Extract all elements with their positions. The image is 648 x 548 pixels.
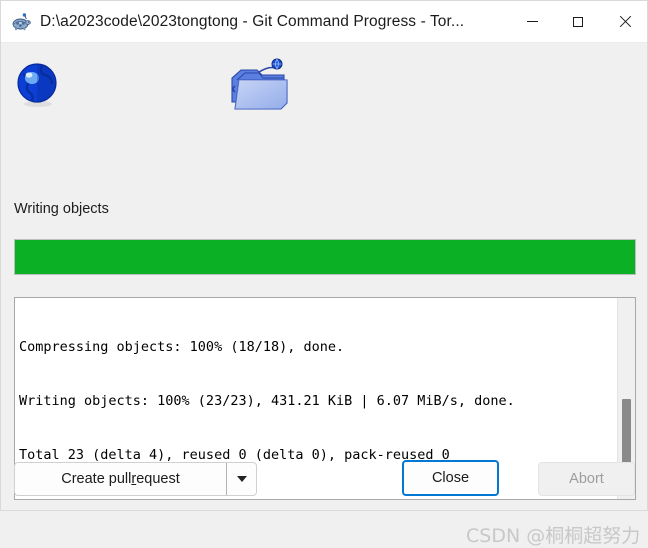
progress-bar-fill <box>15 240 635 274</box>
dialog-body: Writing objects Compressing objects: 100… <box>1 43 647 547</box>
close-icon <box>618 15 631 28</box>
close-window-button[interactable] <box>601 1 647 42</box>
create-pull-request-label[interactable]: Create pull r equest <box>15 463 226 495</box>
close-button[interactable]: Close <box>402 460 499 496</box>
cpr-label-before: Create pull <box>61 471 132 487</box>
minimize-icon <box>526 21 538 22</box>
tortoisegit-turtle-icon <box>11 12 31 32</box>
console-line: Writing objects: 100% (23/23), 431.21 Ki… <box>19 393 515 409</box>
folder-remote-icon <box>229 56 291 116</box>
window-controls <box>509 1 647 42</box>
console-line: Compressing objects: 100% (18/18), done. <box>19 339 345 355</box>
maximize-button[interactable] <box>555 1 601 42</box>
watermark: CSDN @桐桐超努力 <box>466 525 641 547</box>
create-pull-request-dropdown-button[interactable] <box>226 463 256 495</box>
scrollbar-thumb[interactable] <box>622 399 631 463</box>
create-pull-request-button[interactable]: Create pull r equest <box>14 462 257 496</box>
status-label: Writing objects <box>14 201 109 217</box>
transfer-illustration <box>1 47 647 142</box>
git-command-progress-window: D:\a2023code\2023tongtong - Git Command … <box>0 0 648 547</box>
cpr-label-after: equest <box>136 471 180 487</box>
chevron-down-icon <box>236 476 247 482</box>
title-bar: D:\a2023code\2023tongtong - Git Command … <box>1 1 647 43</box>
globe-icon <box>14 61 61 108</box>
window-title: D:\a2023code\2023tongtong - Git Command … <box>40 12 465 30</box>
minimize-button[interactable] <box>509 1 555 42</box>
dialog-footer: Create pull r equest Close Abort <box>1 456 647 510</box>
maximize-icon <box>573 16 583 27</box>
progress-bar <box>14 239 636 275</box>
abort-button: Abort <box>538 462 635 496</box>
